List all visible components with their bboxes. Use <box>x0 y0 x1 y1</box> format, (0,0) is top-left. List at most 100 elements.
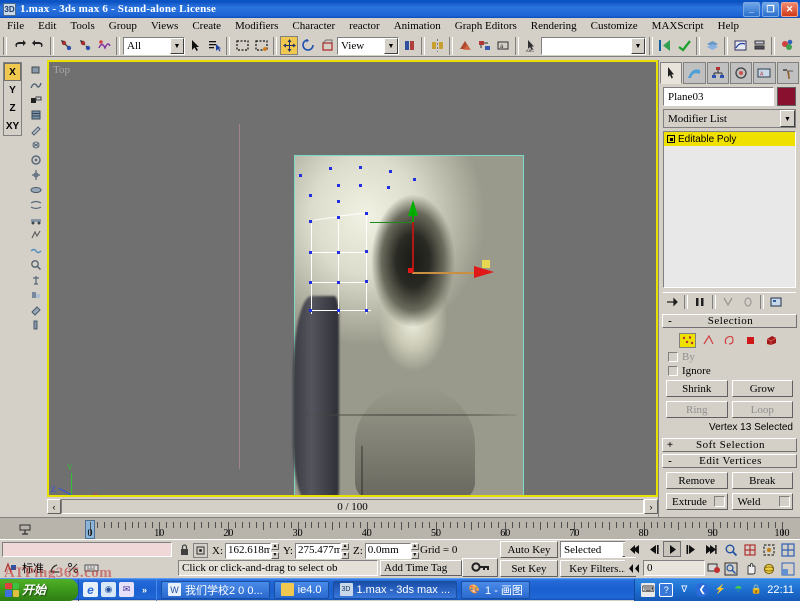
object-color-swatch[interactable] <box>777 87 796 106</box>
create-cloth-collection-icon[interactable] <box>27 77 44 92</box>
window-crossing-icon[interactable] <box>252 36 270 55</box>
next-frame-button[interactable]: › <box>644 499 658 514</box>
start-button[interactable]: 开始 <box>0 578 78 601</box>
create-fracture-icon[interactable] <box>27 227 44 242</box>
taskbar-item-max[interactable]: 3D 1.max - 3ds max ... <box>332 580 458 599</box>
polygon-icon[interactable] <box>742 333 759 348</box>
weld-button[interactable]: Weld <box>731 493 793 510</box>
time-slider-ruler[interactable]: 0 10 20 30 40 50 60 70 80 90 100 <box>0 517 800 539</box>
use-pivot-point-center-icon[interactable] <box>400 36 418 55</box>
display-tab[interactable]: A <box>753 62 776 84</box>
selection-lock-icon[interactable] <box>178 543 191 558</box>
open-property-editor-icon[interactable] <box>27 302 44 317</box>
mirror-icon[interactable] <box>428 36 446 55</box>
menu-item-modifiers[interactable]: Modifiers <box>228 19 285 33</box>
coord-y-value[interactable]: 275.477m <box>295 542 341 559</box>
menu-item-reactor[interactable]: reactor <box>342 19 387 33</box>
key-mode-icon[interactable] <box>18 522 32 536</box>
time-configuration-icon[interactable] <box>705 560 723 576</box>
outlook-express-icon[interactable]: ✉ <box>119 582 134 597</box>
remove-button[interactable]: Remove <box>666 472 728 489</box>
auto-key-button[interactable]: Auto Key <box>500 541 558 558</box>
utils-icon[interactable] <box>27 317 44 332</box>
axis-constraint-xy[interactable]: XY <box>4 117 21 135</box>
named-selection-combo[interactable]: ▼ <box>541 36 646 55</box>
frame-counter-display[interactable]: 0 / 100 <box>61 499 644 514</box>
remove-modifier-icon[interactable] <box>739 294 757 310</box>
make-unique-icon[interactable] <box>719 294 737 310</box>
bind-to-space-warp-icon[interactable] <box>95 36 113 55</box>
modify-tab[interactable] <box>683 62 706 84</box>
network-icon[interactable]: ∇ <box>677 583 691 597</box>
motion-tab[interactable] <box>729 62 753 84</box>
spinner-snap-icon[interactable] <box>83 560 100 576</box>
maximize-button[interactable]: ❐ <box>762 1 779 17</box>
zoom-extents-all-icon[interactable] <box>779 541 797 558</box>
coord-y-field[interactable]: Y: 275.477m ▲ ▼ <box>281 542 349 559</box>
key-mode-toggle-icon[interactable] <box>625 560 643 576</box>
utilities-tab[interactable] <box>776 62 799 84</box>
schematic-view-icon[interactable] <box>750 36 768 55</box>
gizmo-center[interactable] <box>408 268 413 273</box>
rollout-header-selection[interactable]: - Selection <box>662 314 797 328</box>
undo-icon[interactable] <box>10 36 28 55</box>
coord-z-value[interactable]: 0.0mm <box>364 542 411 559</box>
configure-modifier-sets-icon[interactable] <box>767 294 785 310</box>
pan-icon[interactable] <box>741 560 759 577</box>
mirror-selected-icon[interactable] <box>656 36 674 55</box>
reference-coordinate-system-combo[interactable]: View ▼ <box>337 36 399 55</box>
create-spring-icon[interactable] <box>27 152 44 167</box>
align-selected-icon[interactable] <box>675 36 693 55</box>
chevron-down-icon[interactable]: ▼ <box>384 37 398 54</box>
coord-x-spinner[interactable]: ▲ ▼ <box>271 542 279 559</box>
axis-constraint-x[interactable]: X <box>4 63 21 81</box>
checkbox-row-by[interactable]: By <box>662 350 797 364</box>
menu-item-character[interactable]: Character <box>285 19 342 33</box>
coord-x-value[interactable]: 162.618m <box>225 542 271 559</box>
gizmo-xy-plane-left[interactable] <box>412 222 414 272</box>
previous-frame-button[interactable]: ‹ <box>47 499 61 514</box>
modifier-stack[interactable]: Editable Poly <box>663 131 796 288</box>
hierarchy-tab[interactable] <box>706 62 729 84</box>
keyboard-layout-icon[interactable]: ⌨ <box>641 582 656 597</box>
select-and-move-icon[interactable] <box>280 36 298 55</box>
coord-z-field[interactable]: Z: 0.0mm ▲ ▼ <box>351 542 419 559</box>
select-and-rotate-icon[interactable] <box>299 36 317 55</box>
percent-snap-icon[interactable] <box>65 560 82 576</box>
create-rigid-body-collection-icon[interactable] <box>27 62 44 77</box>
by-checkbox[interactable] <box>668 352 678 362</box>
rollout-toggle-selection[interactable]: - <box>663 315 677 327</box>
angle-snap-icon[interactable] <box>47 560 64 576</box>
menu-item-customize[interactable]: Customize <box>584 19 645 33</box>
extrude-button[interactable]: Extrude <box>666 493 728 510</box>
modifier-enable-toggle-icon[interactable] <box>667 135 675 143</box>
go-to-start-icon[interactable] <box>625 541 643 557</box>
maxscript-mini-listener[interactable] <box>2 542 172 557</box>
next-frame-icon[interactable] <box>682 541 700 557</box>
add-time-tag-button[interactable]: Add Time Tag <box>380 560 462 576</box>
menu-item-views[interactable]: Views <box>144 19 185 33</box>
create-animation-icon[interactable] <box>27 287 44 302</box>
analyze-world-icon[interactable] <box>27 257 44 272</box>
create-plane-icon[interactable] <box>27 137 44 152</box>
material-editor-icon[interactable] <box>778 36 796 55</box>
create-tab[interactable] <box>660 62 683 84</box>
previous-frame-icon[interactable] <box>644 541 662 557</box>
zoom-all-icon[interactable] <box>741 541 759 558</box>
arc-rotate-icon[interactable] <box>760 560 778 577</box>
gizmo-xy-plane-top[interactable] <box>370 222 414 223</box>
unlink-selection-icon[interactable] <box>76 36 94 55</box>
antivirus-icon[interactable]: ⚡ <box>713 583 727 597</box>
standard-snap-label[interactable]: 标准 <box>20 560 46 576</box>
rollout-toggle-edit-vertices[interactable]: - <box>663 455 677 467</box>
vertex-icon[interactable] <box>679 333 696 348</box>
named-selection-sets-icon[interactable]: ABC <box>522 36 540 55</box>
menu-item-animation[interactable]: Animation <box>387 19 448 33</box>
loop-button[interactable]: Loop <box>731 401 793 418</box>
viewport-top[interactable]: Top Y X Z <box>47 60 658 497</box>
border-icon[interactable] <box>721 333 738 348</box>
minimize-button[interactable]: _ <box>743 1 760 17</box>
zoom-extents-icon[interactable] <box>760 541 778 558</box>
taskbar-clock[interactable]: 22:11 <box>767 584 794 596</box>
rollout-header-soft-selection[interactable]: + Soft Selection <box>662 438 797 452</box>
